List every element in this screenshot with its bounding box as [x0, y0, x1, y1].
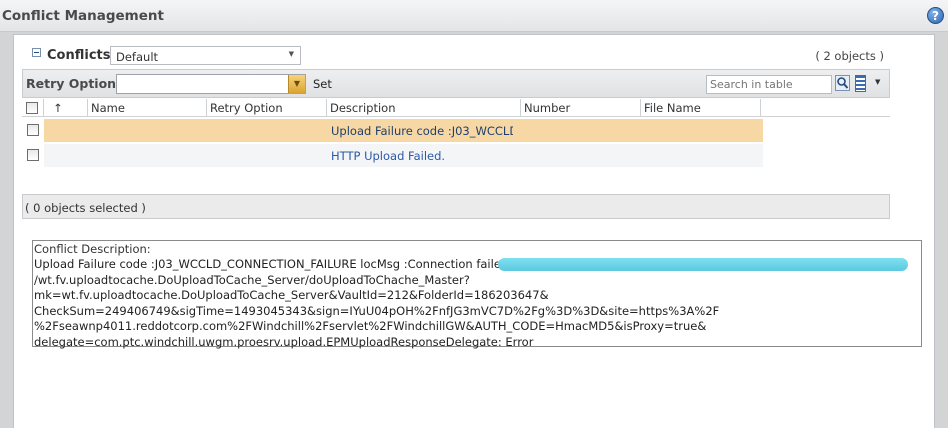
table-row[interactable]: Upload Failure code :J03_WCCLD_CONNECTIO… [22, 119, 763, 142]
object-count: ( 2 objects ) [815, 49, 884, 63]
redaction-mark [498, 258, 908, 271]
conflict-description-box: Conflict Description: Upload Failure cod… [32, 240, 922, 349]
table-header: ↑ Name Retry Option Description Number F… [22, 99, 890, 117]
retry-toolbar: Retry Option ▼ Set ▼ [22, 69, 890, 98]
table-row[interactable]: HTTP Upload Failed. [22, 144, 763, 167]
row-select-cell [22, 119, 44, 142]
selection-count: ( 0 objects selected ) [25, 201, 146, 215]
select-all-cell [22, 99, 44, 116]
set-button[interactable]: Set [313, 77, 332, 91]
search-input[interactable] [710, 77, 828, 92]
table-search[interactable] [706, 75, 832, 94]
view-select[interactable]: Default ▼ [110, 46, 301, 65]
selection-status-bar: ( 0 objects selected ) [22, 194, 890, 219]
conflicts-heading: Conflicts [47, 48, 111, 63]
column-description[interactable]: Description [327, 99, 521, 116]
title-bar: Conflict Management ? [0, 0, 948, 32]
page-title: Conflict Management [2, 8, 164, 24]
sort-column[interactable]: ↑ [44, 99, 88, 116]
retry-option-label: Retry Option [26, 76, 117, 91]
dropdown-arrow-icon[interactable]: ▼ [288, 75, 305, 93]
select-all-checkbox[interactable] [26, 102, 38, 114]
row-select-cell [22, 144, 44, 167]
retry-option-select[interactable]: ▼ [116, 74, 306, 94]
column-name[interactable]: Name [88, 99, 207, 116]
conflicts-panel: Conflicts Default ▼ ( 2 objects ) Retry … [13, 34, 935, 428]
row-checkbox[interactable] [27, 124, 39, 136]
column-file-name[interactable]: File Name [641, 99, 761, 116]
view-select-value: Default [116, 50, 159, 64]
columns-icon[interactable] [855, 75, 866, 92]
row-description: Upload Failure code :J03_WCCLD_CONNECTIO… [331, 124, 513, 138]
row-checkbox[interactable] [27, 149, 39, 161]
menu-chevron-icon[interactable]: ▼ [875, 78, 880, 86]
column-retry-option[interactable]: Retry Option [207, 99, 327, 116]
chevron-down-icon: ▼ [288, 50, 294, 58]
sort-arrow-icon: ↑ [53, 101, 63, 115]
description-label: Conflict Description: [34, 242, 151, 256]
column-number[interactable]: Number [521, 99, 641, 116]
row-description-link[interactable]: HTTP Upload Failed. [331, 149, 445, 163]
help-icon[interactable]: ? [927, 7, 944, 24]
collapse-icon[interactable] [32, 48, 41, 57]
search-icon[interactable] [835, 75, 850, 91]
